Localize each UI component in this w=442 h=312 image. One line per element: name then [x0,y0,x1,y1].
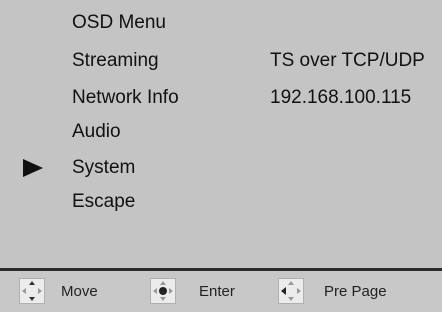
menu-item-label: Audio [72,121,121,142]
dpad-move-icon [19,278,45,304]
menu-item-label: Escape [72,191,136,212]
menu-item-network-info[interactable]: Network Info 192.168.100.115 [0,81,442,115]
menu-item-system[interactable]: System [0,151,442,185]
footer-pre-page-label: Pre Page [324,283,387,300]
menu-item-streaming[interactable]: Streaming TS over TCP/UDP [0,44,442,78]
dpad-prev-page-icon [278,278,304,304]
menu-title-row: OSD Menu [0,6,442,40]
footer-enter-label: Enter [199,283,235,300]
menu-item-escape[interactable]: Escape [0,185,442,219]
footer-help-bar: Move Enter Pre Page [0,271,442,312]
menu-item-audio[interactable]: Audio [0,115,442,149]
osd-menu-screen: OSD Menu Streaming TS over TCP/UDP Netwo… [0,0,442,268]
menu-item-label: System [72,157,136,178]
menu-item-label: Streaming [72,50,159,71]
menu-title: OSD Menu [72,12,166,33]
dpad-enter-icon [150,278,176,304]
network-ip-value: 192.168.100.115 [270,87,412,108]
selection-arrow-icon [23,159,43,177]
menu-item-label: Network Info [72,87,179,108]
footer-move-label: Move [61,283,98,300]
streaming-value: TS over TCP/UDP [270,50,425,71]
